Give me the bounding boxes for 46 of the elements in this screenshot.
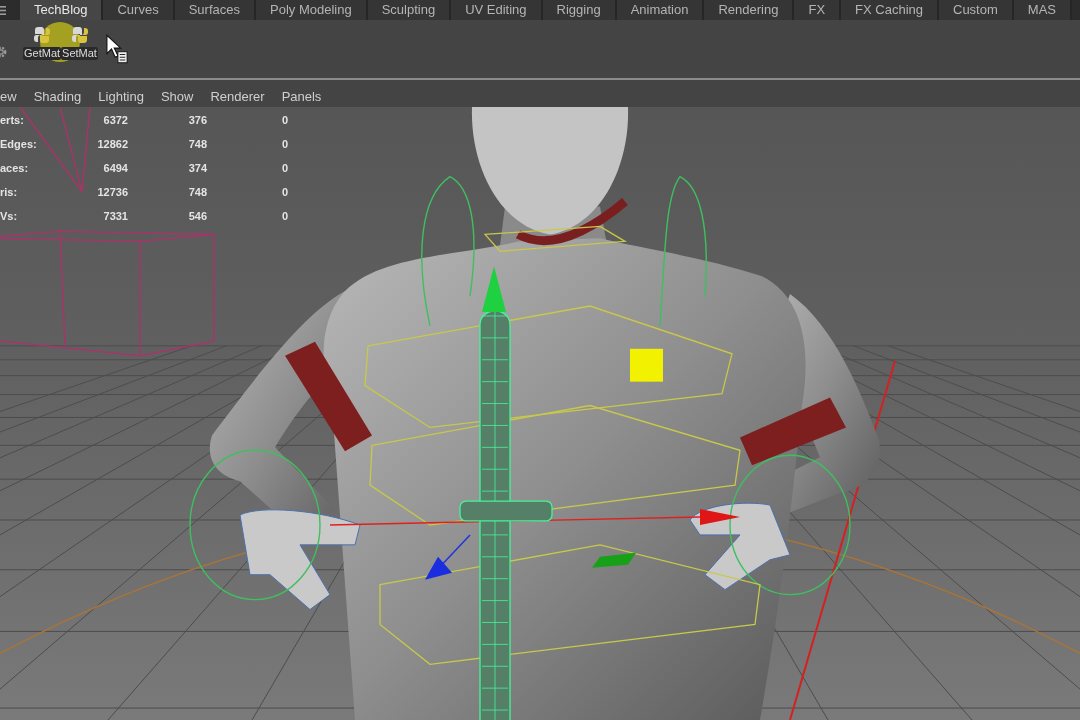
gear-icon[interactable]: [0, 46, 8, 58]
panel-menu-item[interactable]: Shading: [33, 89, 82, 104]
stat-value: 7331: [103, 210, 128, 222]
stat-value: 0: [281, 186, 288, 198]
stat-label: Edges:: [0, 138, 37, 150]
panel-menu-item[interactable]: Lighting: [98, 89, 144, 104]
stat-label: aces:: [0, 162, 29, 174]
shelf-tab[interactable]: UV Editing: [451, 0, 543, 20]
stat-label: Vs:: [0, 210, 18, 222]
shelf-tab[interactable]: Sculpting: [367, 0, 452, 20]
stat-value: 374: [188, 162, 207, 174]
stat-value: 376: [188, 114, 207, 126]
stat-value: 12862: [97, 138, 128, 150]
shelf-button[interactable]: SetMat: [61, 26, 98, 60]
shelf-tab[interactable]: TechBlog: [20, 0, 104, 20]
shelf-tab[interactable]: MAS: [1013, 0, 1072, 20]
stat-value: 748: [188, 138, 207, 150]
stat-value: 748: [188, 186, 207, 198]
script-icon: [33, 26, 52, 44]
panel-menu-item[interactable]: Renderer: [210, 89, 265, 104]
shelf-tab[interactable]: Custom: [939, 0, 1014, 20]
stat-value: 546: [188, 210, 207, 222]
shelf-tab[interactable]: Curves: [103, 0, 175, 20]
stat-value: 6372: [103, 114, 128, 126]
shelf-tab[interactable]: FX Caching: [841, 0, 939, 20]
stat-label: erts:: [0, 114, 24, 126]
shelf-tab[interactable]: Rendering: [704, 0, 795, 20]
panel-menu-item[interactable]: Show: [160, 89, 194, 104]
stat-value: 6494: [103, 162, 128, 174]
stat-value: 0: [281, 210, 288, 222]
shelf-tab[interactable]: Animation: [616, 0, 705, 20]
stat-label: ris:: [0, 186, 18, 198]
menu-icon[interactable]: [0, 5, 6, 15]
stat-value: 0: [281, 162, 288, 174]
shelf-tab[interactable]: Poly Modeling: [256, 0, 368, 20]
stat-value: 0: [281, 138, 288, 150]
stat-value: 0: [281, 114, 288, 126]
shelf-tab[interactable]: FX: [794, 0, 842, 20]
shelf-tab[interactable]: Surfaces: [174, 0, 256, 20]
panel-menu-item[interactable]: Panels: [281, 89, 322, 104]
stat-value: 12736: [97, 186, 128, 198]
panel-menu-item[interactable]: ew: [0, 89, 17, 104]
shelf-tab[interactable]: Rigging: [542, 0, 617, 20]
cursor-icon: [106, 34, 128, 64]
shelf-button[interactable]: GetMat: [23, 26, 62, 60]
script-icon: [70, 26, 89, 44]
